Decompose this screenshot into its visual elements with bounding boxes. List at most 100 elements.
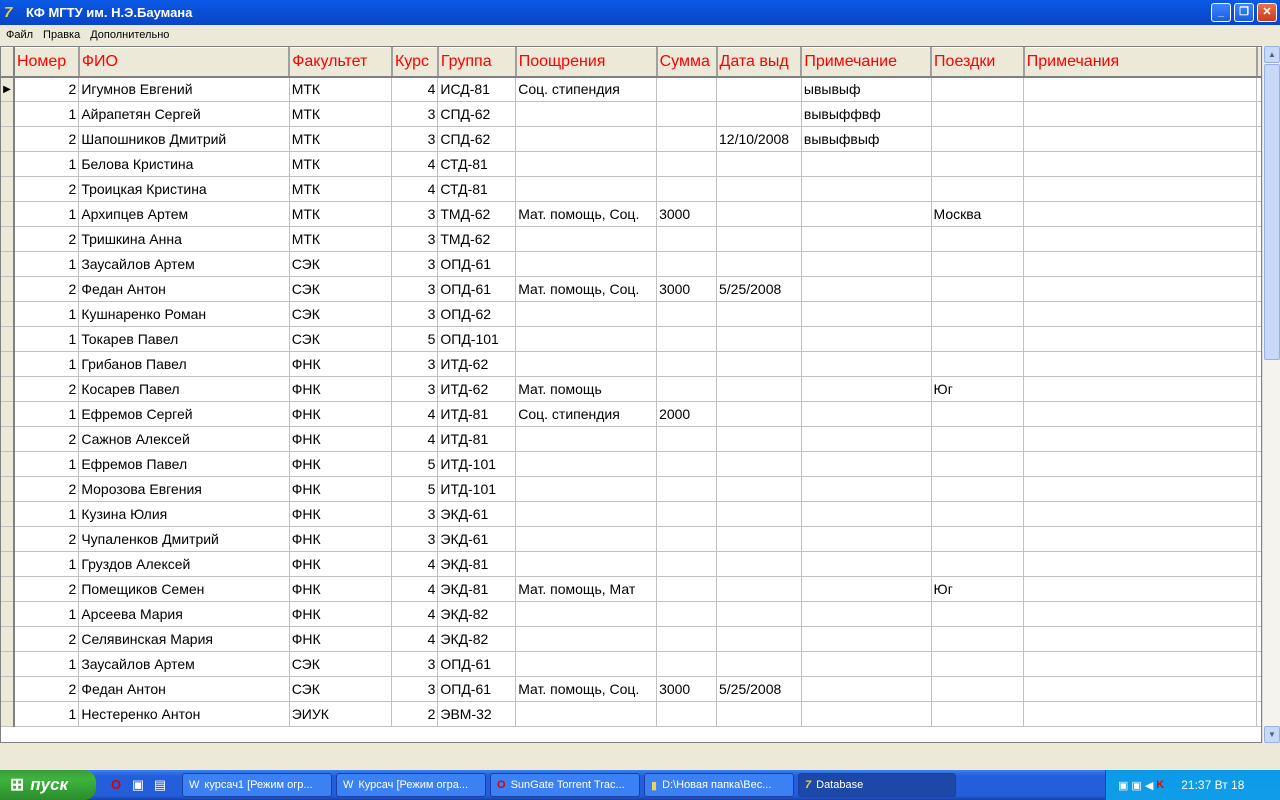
table-cell[interactable]: [656, 176, 717, 202]
table-cell[interactable]: Соц. стипендия: [515, 76, 658, 102]
table-cell[interactable]: [716, 151, 802, 177]
table-cell[interactable]: 4: [391, 151, 439, 177]
table-cell[interactable]: МТК: [289, 76, 393, 102]
row-indicator[interactable]: [1, 601, 15, 627]
table-cell[interactable]: [1023, 76, 1257, 102]
menu-extra[interactable]: Дополнительно: [86, 29, 175, 41]
table-cell[interactable]: [931, 226, 1025, 252]
table-cell[interactable]: [716, 176, 802, 202]
table-row[interactable]: 1 Груздов Алексей ФНК 4 ЭКД-81: [1, 551, 1261, 577]
table-row[interactable]: 1 Кушнаренко Роман СЭК 3 ОПД-62: [1, 301, 1261, 327]
row-indicator[interactable]: [1, 476, 15, 502]
table-cell[interactable]: Москва: [931, 201, 1025, 227]
close-button[interactable]: ✕: [1257, 3, 1277, 22]
table-cell[interactable]: [716, 326, 802, 352]
table-row[interactable]: 1 Арсеева Мария ФНК 4 ЭКД-82: [1, 601, 1261, 627]
table-cell[interactable]: [1023, 501, 1257, 527]
table-cell[interactable]: 4: [391, 176, 439, 202]
table-cell[interactable]: [801, 576, 932, 602]
table-cell[interactable]: [656, 426, 717, 452]
table-cell[interactable]: [801, 701, 932, 727]
row-indicator[interactable]: [1, 251, 15, 277]
table-cell[interactable]: [801, 651, 932, 677]
table-cell[interactable]: 4: [391, 551, 439, 577]
table-cell[interactable]: Юг: [931, 376, 1025, 402]
table-row[interactable]: 1 Заусайлов Артем СЭК 3 ОПД-61: [1, 651, 1261, 677]
table-cell[interactable]: [515, 501, 658, 527]
table-cell[interactable]: СПД-62: [437, 126, 517, 152]
table-row[interactable]: 2 Косарев Павел ФНК 3 ИТД-62 Мат. помощь Юг: [1, 376, 1261, 402]
table-cell[interactable]: СПД-62: [437, 101, 517, 127]
table-cell[interactable]: [515, 126, 658, 152]
table-cell[interactable]: ИТД-101: [437, 476, 517, 502]
table-cell[interactable]: Мат. помощь, Соц.: [515, 276, 658, 302]
table-cell[interactable]: 2: [13, 376, 80, 402]
row-indicator[interactable]: [1, 651, 15, 677]
table-cell[interactable]: [716, 451, 802, 477]
table-cell[interactable]: [1023, 201, 1257, 227]
table-cell[interactable]: [931, 451, 1025, 477]
table-cell[interactable]: [716, 226, 802, 252]
table-cell[interactable]: Ефремов Сергей: [78, 401, 290, 427]
table-cell[interactable]: ФНК: [289, 551, 393, 577]
table-cell[interactable]: [656, 551, 717, 577]
table-cell[interactable]: СЭК: [289, 276, 393, 302]
column-header[interactable]: ФИО: [78, 47, 291, 78]
table-cell[interactable]: Груздов Алексей: [78, 551, 290, 577]
table-cell[interactable]: Архипцев Артем: [78, 201, 290, 227]
table-cell[interactable]: Юг: [931, 576, 1025, 602]
table-cell[interactable]: ФНК: [289, 401, 393, 427]
table-cell[interactable]: ЭКД-82: [437, 626, 517, 652]
table-cell[interactable]: [931, 251, 1025, 277]
table-cell[interactable]: вывыффвф: [801, 101, 932, 127]
table-cell[interactable]: Грибанов Павел: [78, 351, 290, 377]
table-cell[interactable]: ФНК: [289, 626, 393, 652]
scroll-thumb[interactable]: [1264, 64, 1280, 360]
table-cell[interactable]: МТК: [289, 226, 393, 252]
table-cell[interactable]: [1023, 451, 1257, 477]
table-cell[interactable]: [1023, 151, 1257, 177]
table-cell[interactable]: 4: [391, 601, 439, 627]
table-cell[interactable]: [1023, 326, 1257, 352]
table-cell[interactable]: [931, 701, 1025, 727]
table-cell[interactable]: ФНК: [289, 376, 393, 402]
table-cell[interactable]: ФНК: [289, 426, 393, 452]
table-cell[interactable]: [515, 626, 658, 652]
table-row[interactable]: 1 Токарев Павел СЭК 5 ОПД-101: [1, 326, 1261, 352]
table-cell[interactable]: [1023, 401, 1257, 427]
table-cell[interactable]: вывыфвыф: [801, 126, 932, 152]
row-indicator[interactable]: [1, 426, 15, 452]
table-cell[interactable]: Косарев Павел: [78, 376, 290, 402]
table-cell[interactable]: [1023, 701, 1257, 727]
network-warning-icon[interactable]: ▣: [1118, 779, 1128, 792]
table-cell[interactable]: [515, 701, 658, 727]
table-cell[interactable]: 2: [13, 626, 80, 652]
table-cell[interactable]: [1023, 301, 1257, 327]
table-cell[interactable]: [801, 176, 932, 202]
table-cell[interactable]: ИТД-62: [437, 376, 517, 402]
table-cell[interactable]: 4: [391, 426, 439, 452]
table-row[interactable]: 1 Заусайлов Артем СЭК 3 ОПД-61: [1, 251, 1261, 277]
table-cell[interactable]: [801, 351, 932, 377]
table-cell[interactable]: ФНК: [289, 476, 393, 502]
row-indicator[interactable]: [1, 626, 15, 652]
row-indicator[interactable]: [1, 551, 15, 577]
table-cell[interactable]: [656, 601, 717, 627]
table-cell[interactable]: Мат. помощь, Соц.: [515, 201, 658, 227]
table-cell[interactable]: [931, 101, 1025, 127]
column-header[interactable]: Примечание: [801, 47, 933, 78]
table-cell[interactable]: 1: [13, 551, 80, 577]
table-cell[interactable]: 4: [391, 576, 439, 602]
table-cell[interactable]: [515, 301, 658, 327]
column-header[interactable]: Курс: [391, 47, 439, 78]
table-cell[interactable]: 1: [13, 601, 80, 627]
row-indicator[interactable]: [1, 351, 15, 377]
table-cell[interactable]: СЭК: [289, 676, 393, 702]
table-cell[interactable]: 3: [391, 526, 439, 552]
table-cell[interactable]: 1: [13, 701, 80, 727]
start-button[interactable]: ⊞ пуск: [0, 770, 96, 800]
table-cell[interactable]: [515, 551, 658, 577]
row-indicator[interactable]: [1, 176, 15, 202]
table-cell[interactable]: ФНК: [289, 576, 393, 602]
table-cell[interactable]: [931, 476, 1025, 502]
